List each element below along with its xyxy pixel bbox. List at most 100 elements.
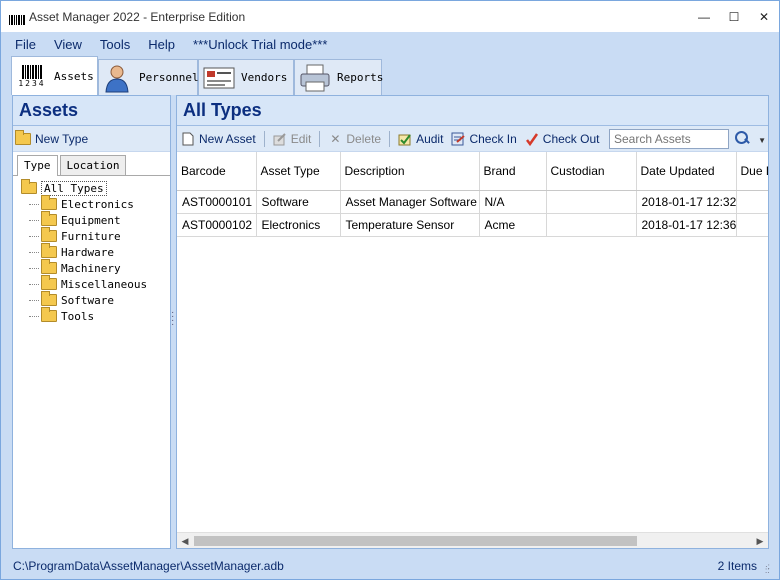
column-header-description[interactable]: Description bbox=[340, 152, 480, 191]
tab-reports[interactable]: Reports bbox=[294, 59, 383, 95]
resize-grip-icon[interactable]: ·::: bbox=[765, 563, 775, 575]
edit-icon bbox=[273, 132, 287, 146]
new-document-icon bbox=[181, 132, 195, 146]
folder-icon bbox=[41, 195, 57, 210]
edit-button[interactable]: Edit bbox=[273, 132, 311, 146]
cell-due-date bbox=[736, 190, 768, 214]
menu-unlock-trial[interactable]: ***Unlock Trial mode*** bbox=[193, 37, 327, 52]
subtab-type[interactable]: Type bbox=[17, 155, 58, 176]
title-bar[interactable]: Asset Manager 2022 - Enterprise Edition … bbox=[1, 1, 779, 32]
cell-asset-type: Software bbox=[256, 190, 341, 214]
column-header-barcode[interactable]: Barcode bbox=[177, 152, 257, 191]
tree-node-label: Tools bbox=[61, 309, 95, 323]
list-panel-title: All Types bbox=[177, 96, 768, 126]
column-header-due-date[interactable]: Due D bbox=[736, 152, 768, 191]
subtab-location[interactable]: Location bbox=[59, 155, 127, 175]
toolbar-separator bbox=[263, 130, 265, 147]
check-in-icon bbox=[451, 132, 466, 146]
menu-file[interactable]: File bbox=[15, 37, 36, 52]
column-header-custodian[interactable]: Custodian bbox=[546, 152, 637, 191]
tree-node-label: Equipment bbox=[61, 213, 121, 227]
window-title: Asset Manager 2022 - Enterprise Edition bbox=[29, 9, 246, 24]
tree-node-all-types[interactable]: All Types bbox=[21, 179, 170, 196]
tree-node-electronics[interactable]: Electronics bbox=[21, 195, 170, 212]
search-assets-input[interactable] bbox=[609, 129, 729, 149]
tree-node-label: Software bbox=[61, 293, 114, 307]
cell-date-updated: 2018-01-17 12:32 bbox=[636, 190, 737, 214]
column-header-asset-type[interactable]: Asset Type bbox=[256, 152, 341, 191]
tab-personnel-label: Personnel bbox=[139, 71, 199, 84]
table-row[interactable]: AST0000101 Software Asset Manager Softwa… bbox=[177, 190, 768, 214]
database-path: C:\ProgramData\AssetManager\AssetManager… bbox=[13, 558, 284, 573]
new-type-label: New Type bbox=[35, 131, 89, 146]
menu-view[interactable]: View bbox=[54, 37, 82, 52]
tree-node-label: All Types bbox=[41, 180, 107, 196]
table-row[interactable]: AST0000102 Electronics Temperature Senso… bbox=[177, 213, 768, 237]
menu-tools[interactable]: Tools bbox=[100, 37, 130, 52]
tree-node-label: Hardware bbox=[61, 245, 114, 259]
cell-description: Temperature Sensor bbox=[340, 213, 480, 237]
new-asset-label: New Asset bbox=[199, 131, 256, 146]
side-panel-title: Assets bbox=[13, 96, 170, 126]
close-button[interactable]: ✕ bbox=[749, 1, 779, 32]
barcode-icon-digits: 1234 bbox=[18, 78, 46, 88]
cell-brand: Acme bbox=[479, 213, 547, 237]
check-out-button[interactable]: Check Out bbox=[525, 132, 600, 146]
folder-icon bbox=[41, 211, 57, 226]
tree-node-software[interactable]: Software bbox=[21, 291, 170, 308]
tree-node-equipment[interactable]: Equipment bbox=[21, 211, 170, 228]
check-out-icon bbox=[525, 132, 539, 146]
side-panel-subtabs: Type Location bbox=[13, 154, 170, 176]
cell-date-updated: 2018-01-17 12:36 bbox=[636, 213, 737, 237]
horizontal-scrollbar[interactable]: ◀ ▶ bbox=[177, 532, 768, 548]
new-asset-button[interactable]: New Asset bbox=[181, 132, 256, 146]
toolbar-overflow-icon[interactable]: ▼ bbox=[758, 136, 766, 145]
status-bar: C:\ProgramData\AssetManager\AssetManager… bbox=[1, 552, 779, 579]
minimize-button[interactable]: — bbox=[689, 1, 719, 32]
folder-new-icon bbox=[15, 129, 31, 145]
folder-icon bbox=[41, 243, 57, 258]
pane-splitter[interactable]: · · · · bbox=[171, 308, 175, 331]
maximize-button[interactable]: ☐ bbox=[719, 1, 749, 32]
tree-node-furniture[interactable]: Furniture bbox=[21, 227, 170, 244]
asset-list-panel: All Types New Asset Edit ✕ Delete Audit … bbox=[176, 95, 769, 549]
folder-icon bbox=[41, 307, 57, 322]
new-type-button[interactable]: New Type bbox=[13, 126, 170, 152]
scrollbar-thumb[interactable] bbox=[194, 536, 637, 546]
barcode-app-icon bbox=[9, 9, 25, 25]
scroll-left-icon[interactable]: ◀ bbox=[177, 534, 193, 548]
check-in-label: Check In bbox=[469, 131, 517, 146]
tree-node-machinery[interactable]: Machinery bbox=[21, 259, 170, 276]
toolbar-separator bbox=[389, 130, 391, 147]
main-tab-strip: 1234 Assets Personnel Vendors Reports bbox=[1, 56, 779, 95]
tree-node-hardware[interactable]: Hardware bbox=[21, 243, 170, 260]
vendor-card-icon bbox=[203, 63, 235, 93]
menu-help[interactable]: Help bbox=[148, 37, 175, 52]
tab-vendors[interactable]: Vendors bbox=[198, 59, 294, 95]
search-icon[interactable] bbox=[734, 130, 750, 146]
check-out-label: Check Out bbox=[542, 131, 600, 146]
cell-asset-type: Electronics bbox=[256, 213, 341, 237]
cell-custodian bbox=[546, 213, 637, 237]
tab-assets[interactable]: 1234 Assets bbox=[11, 56, 98, 95]
column-header-brand[interactable]: Brand bbox=[479, 152, 547, 191]
person-icon bbox=[103, 63, 133, 93]
column-header-date-updated[interactable]: Date Updated bbox=[636, 152, 737, 191]
delete-x-icon: ✕ bbox=[330, 131, 341, 146]
tree-node-miscellaneous[interactable]: Miscellaneous bbox=[21, 275, 170, 292]
folder-icon bbox=[41, 259, 57, 274]
delete-button[interactable]: ✕ Delete bbox=[328, 132, 381, 146]
asset-grid: Barcode Asset Type Description Brand Cus… bbox=[177, 152, 768, 532]
app-window: Asset Manager 2022 - Enterprise Edition … bbox=[0, 0, 780, 580]
tree-node-label: Electronics bbox=[61, 197, 134, 211]
cell-custodian bbox=[546, 190, 637, 214]
check-in-button[interactable]: Check In bbox=[451, 131, 517, 146]
tab-personnel[interactable]: Personnel bbox=[98, 59, 199, 95]
tree-node-tools[interactable]: Tools bbox=[21, 307, 170, 324]
tab-assets-label: Assets bbox=[54, 69, 94, 83]
scroll-right-icon[interactable]: ▶ bbox=[752, 534, 768, 548]
audit-button[interactable]: Audit bbox=[398, 132, 443, 146]
asset-toolbar: New Asset Edit ✕ Delete Audit Check In C… bbox=[177, 126, 768, 152]
item-count: 2 Items bbox=[717, 558, 757, 573]
assets-side-panel: Assets New Type Type Location All Types … bbox=[12, 95, 171, 549]
